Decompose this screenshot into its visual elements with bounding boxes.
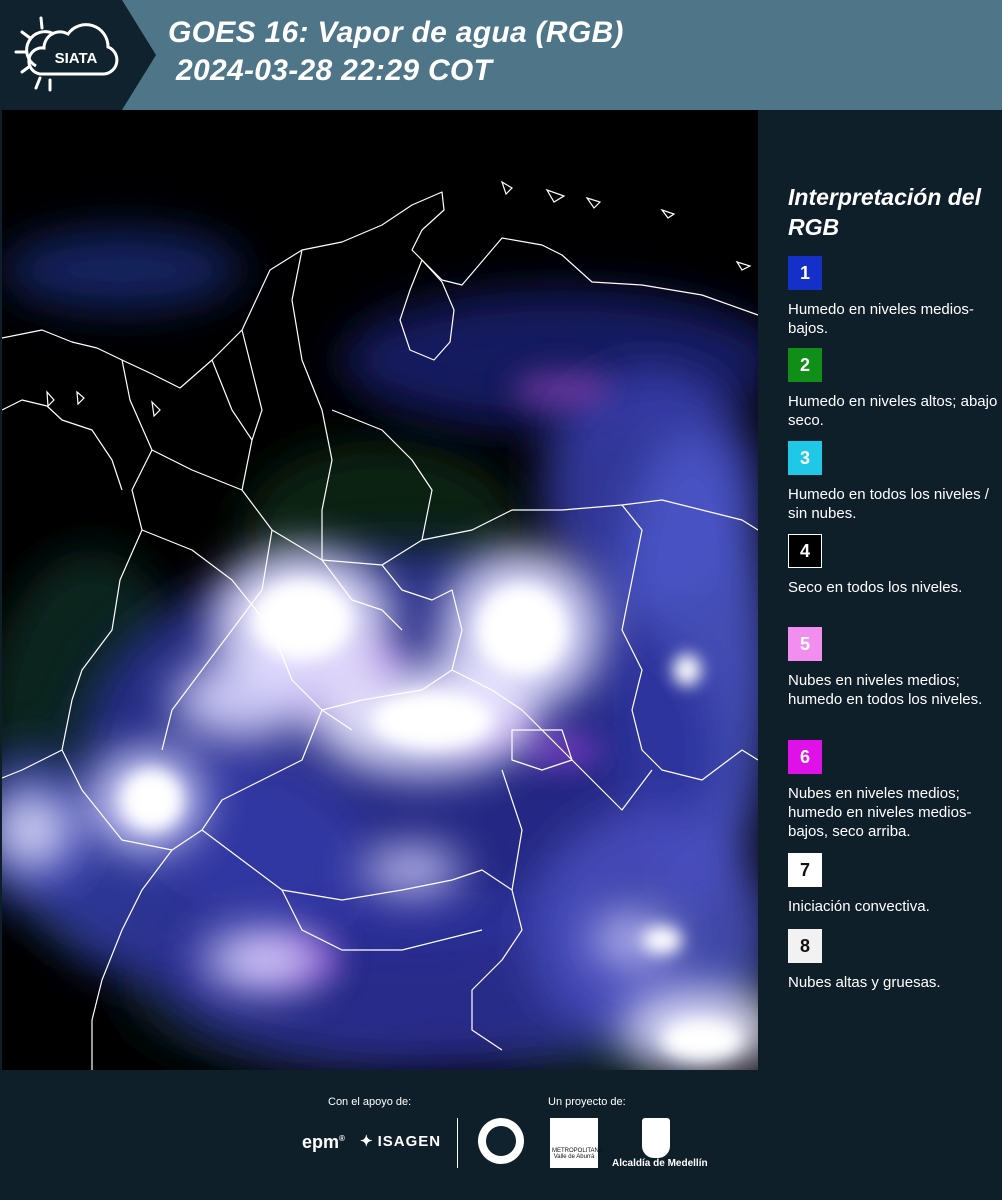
legend-text: Humedo en niveles medios-bajos. bbox=[788, 301, 974, 337]
legend-item: 3 Humedo en todos los niveles / sin nubes… bbox=[788, 441, 998, 523]
project-label: Un proyecto de: bbox=[548, 1096, 626, 1108]
title-line-1: GOES 16: Vapor de agua (RGB) bbox=[168, 16, 624, 49]
support-label: Con el apoyo de: bbox=[328, 1096, 412, 1108]
legend-item: 5 Nubes en niveles medios; humedo en todo… bbox=[788, 627, 998, 709]
footer: Con el apoyo de: Un proyecto de: epm® ✦ … bbox=[0, 1070, 1002, 1200]
isagen-text: ISAGEN bbox=[377, 1132, 442, 1150]
legend-item: 4 Seco en todos los niveles. bbox=[788, 534, 998, 597]
satellite-image bbox=[2, 110, 758, 1070]
isagen-logo: ✦ ISAGEN bbox=[360, 1132, 442, 1151]
legend-text: Nubes en niveles medios; humedo en nivel… bbox=[788, 785, 972, 840]
area-metropolitana-text: METROPOLITANA Valle de Aburrá bbox=[552, 1148, 603, 1160]
siata-logo-text: SIATA bbox=[55, 50, 98, 67]
legend-swatch: 5 bbox=[788, 627, 822, 661]
legend-swatch: 6 bbox=[788, 740, 822, 774]
legend-swatch: 2 bbox=[788, 348, 822, 382]
legend-text: Nubes altas y gruesas. bbox=[788, 974, 941, 991]
legend-swatch: 1 bbox=[788, 256, 822, 290]
legend-item: 2 Humedo en niveles altos; abajo seco. bbox=[788, 348, 998, 430]
page-title: GOES 16: Vapor de agua (RGB) 2024-03-28 … bbox=[168, 14, 624, 90]
epm-logo: epm® bbox=[302, 1132, 345, 1152]
legend-item: 7 Iniciación convectiva. bbox=[788, 853, 998, 916]
legend-text: Iniciación convectiva. bbox=[788, 898, 930, 915]
legend-item: 8 Nubes altas y gruesas. bbox=[788, 929, 998, 992]
legend-swatch: 4 bbox=[788, 534, 822, 568]
legend-item: 6 Nubes en niveles medios; humedo en nive… bbox=[788, 740, 998, 841]
epm-text: epm bbox=[302, 1132, 340, 1152]
title-line-2: 2024-03-28 22:29 COT bbox=[176, 54, 493, 87]
legend-text: Humedo en niveles altos; abajo seco. bbox=[788, 393, 998, 429]
area-metropolitana-logo: METROPOLITANA Valle de Aburrá bbox=[550, 1118, 603, 1168]
satellite-map[interactable] bbox=[2, 110, 758, 1070]
legend-item: 1 Humedo en niveles medios-bajos. bbox=[788, 256, 998, 338]
alcaldia-shield-icon bbox=[642, 1118, 670, 1158]
legend-text: Humedo en todos los niveles / sin nubes. bbox=[788, 486, 989, 522]
legend-swatch: 8 bbox=[788, 929, 822, 963]
legend-swatch: 7 bbox=[788, 853, 822, 887]
legend-panel: Interpretación del RGB 1 Humedo en nivele… bbox=[760, 110, 1002, 1070]
legend-text: Nubes en niveles medios; humedo en todos… bbox=[788, 672, 983, 708]
sun-cloud-icon: SIATA bbox=[14, 16, 119, 92]
header: SIATA GOES 16: Vapor de agua (RGB) 2024-… bbox=[0, 0, 1002, 110]
isagen-icon: ✦ bbox=[360, 1133, 374, 1150]
legend-swatch: 3 bbox=[788, 441, 822, 475]
legend-text: Seco en todos los niveles. bbox=[788, 579, 963, 596]
university-seal-logo bbox=[478, 1118, 524, 1164]
footer-divider bbox=[457, 1118, 458, 1168]
legend-title: Interpretación del RGB bbox=[788, 184, 981, 240]
alcaldia-text: Alcaldía de Medellín bbox=[612, 1158, 708, 1169]
